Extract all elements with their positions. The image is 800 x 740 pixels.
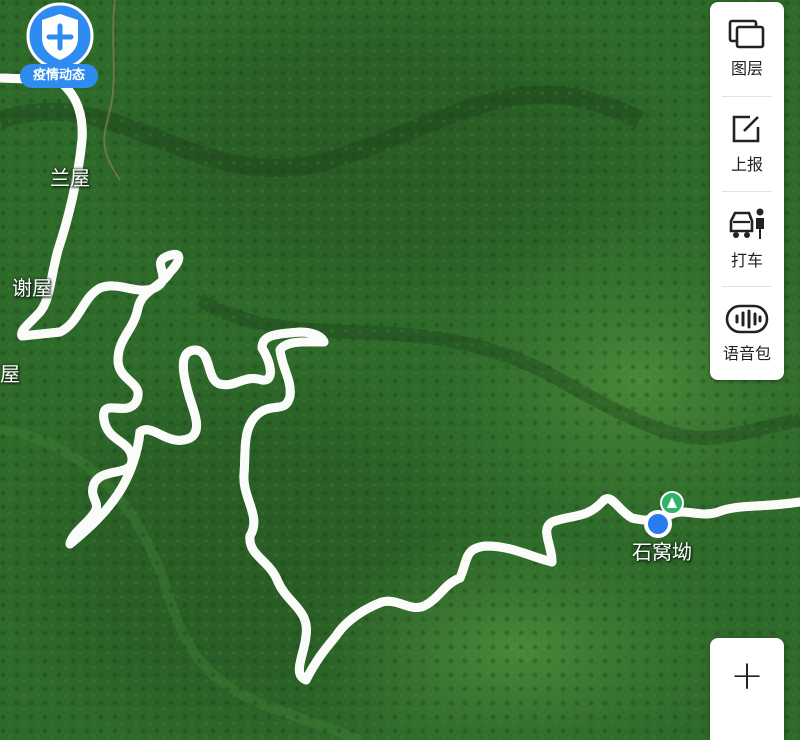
place-label-xiewu: 谢屋 (12, 276, 52, 300)
edit-report-icon (732, 115, 760, 143)
voice-pack-icon (725, 304, 769, 334)
voice-pack-button[interactable]: 语音包 (710, 287, 784, 381)
zoom-in-button[interactable]: + (710, 638, 784, 740)
epidemic-badge[interactable]: 疫情动态 (18, 2, 98, 88)
place-label-shiwoao: 石窝坳 (632, 540, 692, 564)
layers-label: 图层 (730, 59, 763, 78)
report-label: 上报 (730, 155, 763, 174)
plus-icon: + (730, 653, 764, 699)
place-label-wu: 屋 (0, 362, 20, 386)
layers-icon (728, 19, 765, 49)
taxi-button[interactable]: 打车 (710, 192, 784, 286)
shield-plus-icon (26, 2, 94, 70)
map-toolbar: 图层 上报 打车 语音包 (710, 2, 784, 380)
report-button[interactable]: 上报 (710, 97, 784, 191)
taxi-icon (729, 208, 764, 239)
layers-button[interactable]: 图层 (710, 2, 784, 96)
taxi-label: 打车 (730, 251, 763, 270)
epidemic-badge-label: 疫情动态 (20, 64, 98, 88)
place-label-lanwu: 兰屋 (50, 166, 90, 190)
voice-pack-label: 语音包 (722, 344, 771, 363)
satellite-map[interactable] (0, 0, 800, 740)
location-marker[interactable] (644, 510, 672, 538)
